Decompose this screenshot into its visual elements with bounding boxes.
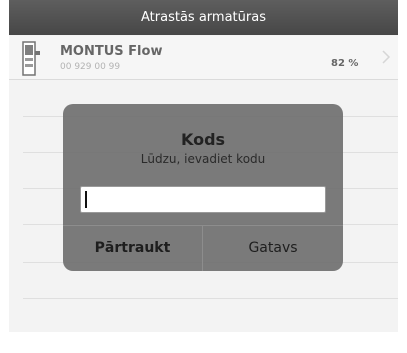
dialog-message: Lūdzu, ievadiet kodu bbox=[140, 152, 266, 166]
cancel-button[interactable]: Pārtraukt bbox=[63, 226, 202, 271]
text-cursor bbox=[85, 191, 87, 208]
dialog-title: Kods bbox=[180, 130, 226, 149]
code-input[interactable] bbox=[80, 186, 326, 213]
done-button[interactable]: Gatavs bbox=[203, 226, 343, 271]
code-dialog: Kods Lūdzu, ievadiet kodu Pārtraukt Gata… bbox=[63, 104, 343, 271]
title-bar: Atrastās armatūras bbox=[9, 0, 398, 35]
page-title: Atrastās armatūras bbox=[141, 10, 266, 25]
